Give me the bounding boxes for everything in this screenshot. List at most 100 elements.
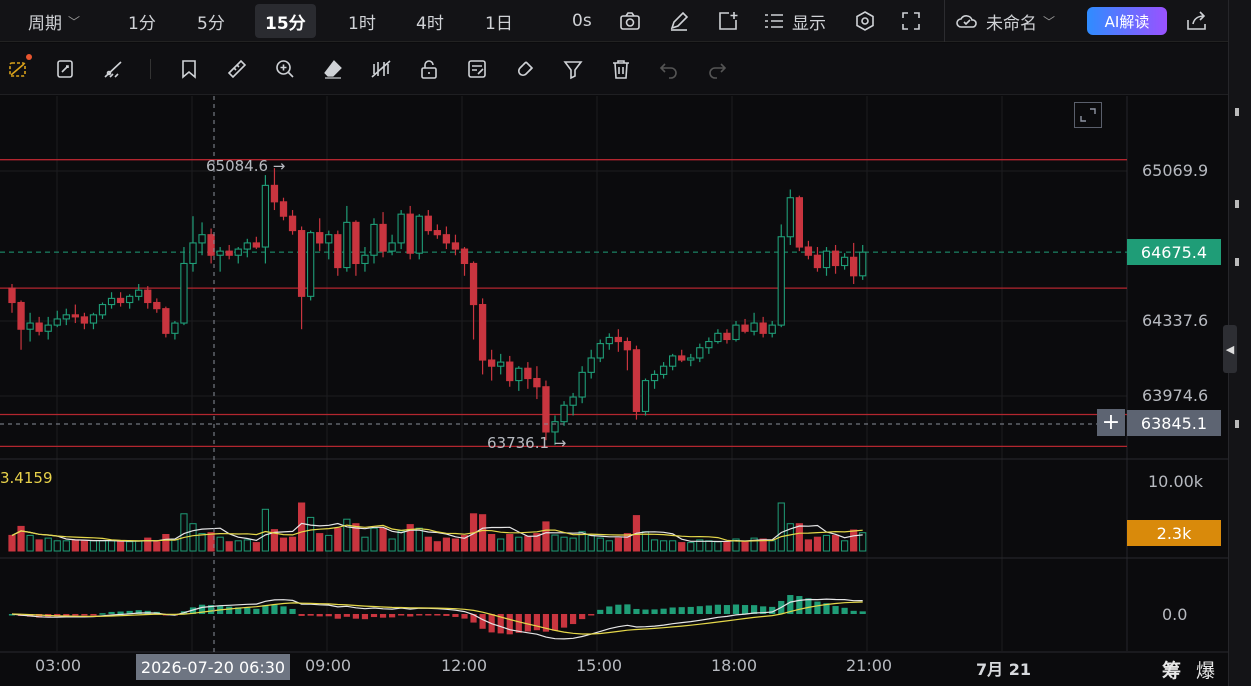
macd-histogram-bar: [515, 614, 522, 633]
macd-histogram-bar: [606, 606, 613, 614]
candle-body: [795, 197, 803, 248]
macd-histogram-bar: [90, 614, 97, 616]
volume-bar: [560, 536, 568, 552]
macd-histogram-bar: [796, 596, 803, 614]
ruler-icon[interactable]: [225, 57, 249, 81]
candle-body: [533, 377, 541, 388]
candle-body: [632, 349, 641, 412]
volume-bar: [80, 540, 89, 552]
volume-bar: [89, 540, 98, 552]
time-tick: 21:00: [846, 656, 893, 675]
candle-body: [859, 251, 867, 277]
eraser-icon[interactable]: [321, 57, 345, 81]
add-alert-icon[interactable]: +: [1097, 409, 1125, 436]
macd-histogram-bar: [506, 614, 513, 635]
hide-drawings-icon[interactable]: [369, 57, 393, 81]
pencil-icon[interactable]: [668, 0, 690, 42]
bookmark-icon[interactable]: [177, 57, 201, 81]
volume-bar: [117, 541, 125, 552]
volume-bar: [723, 541, 731, 552]
candle-body: [641, 380, 650, 412]
time-tick: 09:00: [305, 656, 352, 675]
liquidation-button[interactable]: 爆: [1196, 656, 1215, 683]
interval-5m[interactable]: 5分: [197, 0, 225, 42]
candle-body: [849, 256, 858, 277]
expand-chart-icon[interactable]: [1074, 102, 1102, 128]
candle-body: [107, 297, 116, 306]
volume-bar: [234, 540, 242, 552]
macd-histogram-bar: [859, 611, 866, 614]
camera-icon[interactable]: [619, 0, 641, 42]
settings-icon[interactable]: [854, 0, 876, 42]
volume-bar: [569, 537, 577, 552]
date-tick: 7月 21: [976, 660, 1031, 679]
candle-body: [714, 332, 722, 343]
interval-4h[interactable]: 4时: [416, 0, 444, 42]
macd-histogram-bar: [425, 614, 432, 616]
macd-histogram-bar: [714, 604, 721, 614]
macd-histogram-bar: [579, 614, 586, 620]
macd-histogram-bar: [280, 606, 287, 614]
toolbar-divider: [150, 59, 151, 79]
redo-icon[interactable]: [705, 57, 729, 81]
volume-bar: [660, 540, 668, 552]
zoom-in-icon[interactable]: [273, 57, 297, 81]
volume-bar: [442, 537, 450, 552]
fullscreen-icon[interactable]: [901, 0, 921, 42]
volume-bar: [424, 536, 432, 552]
chart-canvas[interactable]: [0, 96, 1228, 686]
macd-histogram-bar: [244, 607, 251, 614]
volume-bar: [705, 540, 713, 552]
layout-dropdown[interactable]: 未命名 ﹀: [956, 0, 1055, 42]
candle-body: [560, 404, 568, 423]
toolbar-divider: [944, 0, 945, 42]
interval-1h[interactable]: 1时: [348, 0, 376, 42]
share-icon[interactable]: [1186, 0, 1208, 42]
undo-icon[interactable]: [657, 57, 681, 81]
price-tick: 65069.9: [1142, 161, 1209, 180]
volume-bar: [841, 540, 849, 552]
template-icon[interactable]: [465, 57, 489, 81]
sync-drawings-icon[interactable]: [53, 57, 77, 81]
macd-series: [8, 595, 866, 640]
candle-body: [71, 314, 79, 318]
period-dropdown[interactable]: 周期 ﹀: [28, 0, 80, 42]
candle-body: [569, 396, 577, 406]
candle-body: [451, 242, 460, 250]
add-window-icon[interactable]: [717, 0, 739, 42]
candle-body: [831, 250, 840, 267]
macd-histogram-bar: [316, 614, 323, 617]
lock-icon[interactable]: [417, 57, 441, 81]
ai-analysis-button[interactable]: AI解读: [1087, 7, 1167, 35]
volume-bar: [741, 541, 749, 552]
volume-bar: [542, 521, 550, 552]
interval-15m[interactable]: 15分: [255, 4, 316, 38]
volume-bar: [35, 539, 43, 552]
trash-icon[interactable]: [609, 57, 633, 81]
macd-histogram-bar: [298, 614, 305, 616]
volume-bar: [850, 529, 858, 552]
volume-bar: [479, 514, 487, 552]
magnet-icon[interactable]: [513, 57, 537, 81]
volume-series: [8, 502, 867, 552]
volume-bar: [288, 536, 297, 552]
volume-bar: [650, 539, 659, 552]
chip-distribution-button[interactable]: 筹: [1162, 656, 1181, 683]
volume-bar: [451, 538, 460, 552]
current-price-tag: 64675.4: [1127, 239, 1221, 265]
volume-bar: [171, 539, 179, 552]
macd-histogram-bar: [642, 609, 649, 614]
current-volume-tag: 2.3k: [1127, 520, 1221, 546]
interval-1d[interactable]: 1日: [485, 0, 513, 42]
filter-icon[interactable]: [561, 57, 585, 81]
candle-body: [288, 215, 297, 232]
candle-body: [98, 304, 107, 316]
magnet-lock-icon[interactable]: [6, 54, 32, 81]
candle-body: [180, 262, 188, 324]
trend-tool-icon[interactable]: [101, 57, 125, 81]
display-menu[interactable]: 显示: [764, 0, 826, 42]
candle-body: [171, 322, 179, 334]
interval-1m[interactable]: 1分: [128, 0, 156, 42]
candle-body: [605, 336, 613, 345]
candle-body: [460, 248, 469, 265]
